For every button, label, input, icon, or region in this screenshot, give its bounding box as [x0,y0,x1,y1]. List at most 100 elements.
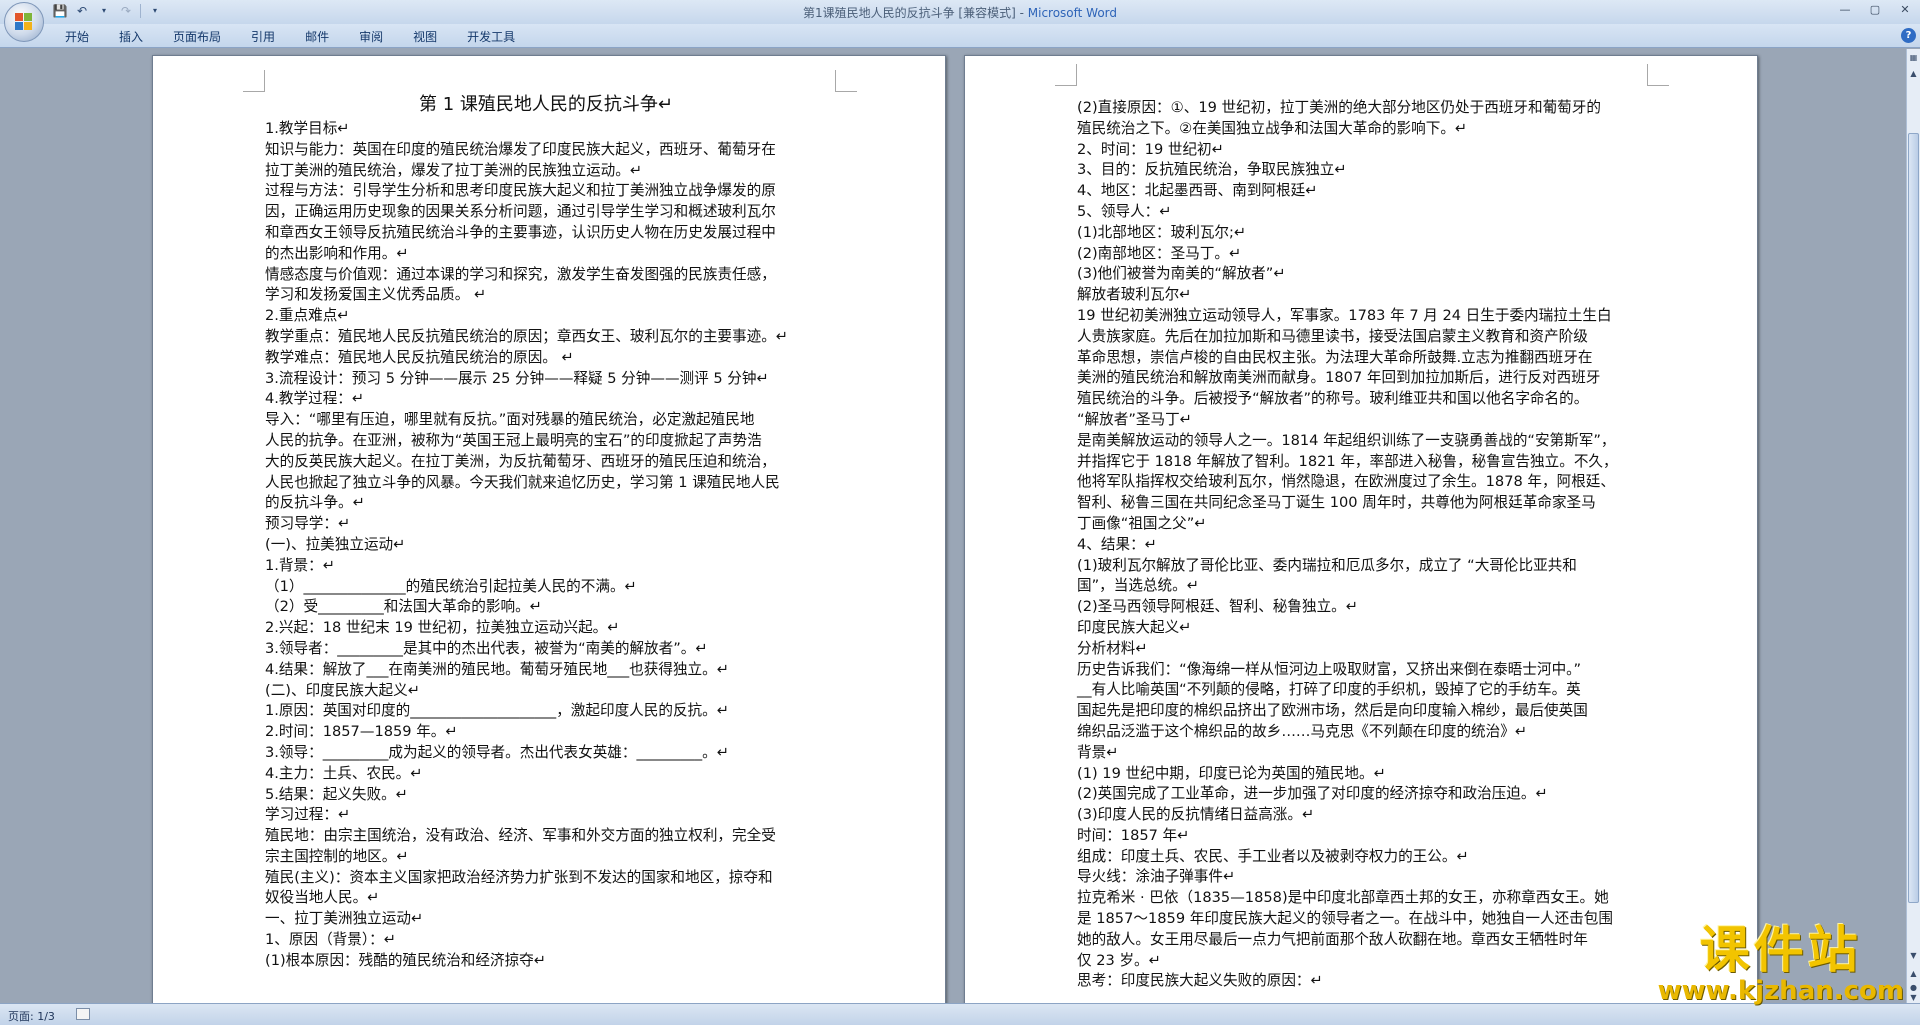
text-line[interactable]: 殖民统治的斗争。后被授予“解放者”的称号。玻利维亚共和国以他名字命名的。 [1077,389,1639,410]
text-line[interactable]: (2)圣马西领导阿根廷、智利、秘鲁独立。↵ [1077,597,1639,618]
text-line[interactable]: （2）受_________和法国大革命的影响。↵ [265,597,827,618]
text-line[interactable]: (1)根本原因：残酷的殖民统治和经济掠夺↵ [265,951,827,972]
text-line[interactable]: 过程与方法：引导学生分析和思考印度民族大起义和拉丁美洲独立战争爆发的原 [265,181,827,202]
text-line[interactable]: 的反抗斗争。↵ [265,493,827,514]
text-line[interactable]: (3)印度人民的反抗情绪日益高涨。↵ [1077,805,1639,826]
document-heading[interactable]: 第 1 课殖民地人民的反抗斗争↵ [265,92,827,118]
text-line[interactable]: 智利、秘鲁三国在共同纪念圣马丁诞生 100 周年时，共尊他为阿根廷革命家圣马 [1077,493,1639,514]
text-line[interactable]: (二)、印度民族大起义↵ [265,681,827,702]
text-line[interactable]: 拉克希米 · 巴依（1835—1858)是中印度北部章西土邦的女王，亦称章西女王… [1077,888,1639,909]
ruler-toggle-icon[interactable]: ▦ [1908,51,1919,64]
text-line[interactable]: 3、目的：反抗殖民统治，争取民族独立↵ [1077,160,1639,181]
text-line[interactable]: 大的反英民族大起义。在拉丁美洲，为反抗葡萄牙、西班牙的殖民压迫和统治， [265,452,827,473]
help-icon[interactable]: ? [1901,28,1916,43]
text-line[interactable]: 19 世纪初美洲独立运动领导人，军事家。1783 年 7 月 24 日生于委内瑞… [1077,306,1639,327]
text-line[interactable]: (一)、拉美独立运动↵ [265,535,827,556]
text-line[interactable]: 1.教学目标↵ [265,119,827,140]
text-line[interactable]: 时间：1857 年↵ [1077,826,1639,847]
text-line[interactable]: 美洲的殖民统治和解放南美洲而献身。1807 年回到加拉加斯后，进行反对西班牙 [1077,368,1639,389]
text-line[interactable]: 2.重点难点↵ [265,306,827,327]
text-line[interactable]: 导火线：涂油子弹事件↵ [1077,867,1639,888]
text-line[interactable]: 3.领导：_________成为起义的领导者。杰出代表女英雄：_________… [265,743,827,764]
text-line[interactable]: 思考：印度民族大起义失败的原因：↵ [1077,971,1639,992]
text-line[interactable]: 并指挥它于 1818 年解放了智利。1821 年，率部进入秘鲁，秘鲁宣告独立。不… [1077,452,1639,473]
text-line[interactable]: 情感态度与价值观：通过本课的学习和探究，激发学生奋发图强的民族责任感， [265,265,827,286]
text-line[interactable]: 分析材料↵ [1077,639,1639,660]
text-line[interactable]: 2.兴起：18 世纪末 19 世纪初，拉美独立运动兴起。↵ [265,618,827,639]
tab-references[interactable]: 引用 [236,29,290,45]
scroll-up-icon[interactable]: ▲ [1908,67,1919,80]
tab-developer[interactable]: 开发工具 [452,29,530,45]
text-line[interactable]: 2、时间：19 世纪初↵ [1077,140,1639,161]
text-line[interactable]: 预习导学：↵ [265,514,827,535]
text-line[interactable]: 和章西女王领导反抗殖民统治斗争的主要事迹，认识历史人物在历史发展过程中 [265,223,827,244]
tab-mailings[interactable]: 邮件 [290,29,344,45]
maximize-button[interactable]: ▢ [1860,0,1890,20]
text-line[interactable]: 仅 23 岁。↵ [1077,951,1639,972]
text-line[interactable]: 奴役当地人民。↵ [265,888,827,909]
text-line[interactable]: 4、地区：北起墨西哥、南到阿根廷↵ [1077,181,1639,202]
text-line[interactable]: 殖民统治之下。②在美国独立战争和法国大革命的影响下。↵ [1077,119,1639,140]
text-line[interactable]: 学习和发扬爱国主义优秀品质。 ↵ [265,285,827,306]
text-line[interactable]: 是 1857～1859 年印度民族大起义的领导者之一。在战斗中，她独自一人还击包… [1077,909,1639,930]
text-line[interactable]: (1)北部地区：玻利瓦尔;↵ [1077,223,1639,244]
document-page-1[interactable]: 第 1 课殖民地人民的反抗斗争↵ 1.教学目标↵ 知识与能力：英国在印度的殖民统治爆… [152,55,946,1003]
text-line[interactable]: 宗主国控制的地区。↵ [265,847,827,868]
tab-home[interactable]: 开始 [50,29,104,45]
tab-page-layout[interactable]: 页面布局 [158,29,236,45]
text-line[interactable]: (2)英国完成了工业革命，进一步加强了对印度的经济掠夺和政治压迫。↵ [1077,784,1639,805]
tab-insert[interactable]: 插入 [104,29,158,45]
text-line[interactable]: 历史告诉我们：“像海绵一样从恒河边上吸取财富，又挤出来倒在泰晤士河中。” [1077,660,1639,681]
text-line[interactable]: 她的敌人。女王用尽最后一点力气把前面那个敌人砍翻在地。章西女王牺牲时年 [1077,930,1639,951]
tab-review[interactable]: 审阅 [344,29,398,45]
text-line[interactable]: 背景↵ [1077,743,1639,764]
page-count[interactable]: 页面: 1/3 [8,1008,55,1024]
text-line[interactable]: 的杰出影响和作用。↵ [265,244,827,265]
page-text[interactable]: (2)直接原因：①、19 世纪初，拉丁美洲的绝大部分地区仍处于西班牙和葡萄牙的殖… [1077,98,1639,992]
text-line[interactable]: 丁画像“祖国之父”↵ [1077,514,1639,535]
text-line[interactable]: 1.背景：↵ [265,556,827,577]
page-text[interactable]: 第 1 课殖民地人民的反抗斗争↵ 1.教学目标↵ 知识与能力：英国在印度的殖民统治爆… [265,92,827,972]
text-line[interactable]: 3.流程设计：预习 5 分钟——展示 25 分钟——释疑 5 分钟——测评 5 … [265,369,827,390]
text-line[interactable]: 4、结果：↵ [1077,535,1639,556]
text-line[interactable]: 组成：印度土兵、农民、手工业者以及被剥夺权力的王公。↵ [1077,847,1639,868]
text-line[interactable]: 5.结果：起义失败。↵ [265,785,827,806]
proofing-icon[interactable] [76,1008,90,1020]
text-line[interactable]: 教学难点：殖民地人民反抗殖民统治的原因。 ↵ [265,348,827,369]
text-line[interactable]: “解放者”圣马丁↵ [1077,410,1639,431]
text-line[interactable]: 4.教学过程：↵ [265,389,827,410]
text-line[interactable]: 学习过程：↵ [265,805,827,826]
text-line[interactable]: 人贵族家庭。先后在加拉加斯和马德里读书，接受法国启蒙主义教育和资产阶级 [1077,327,1639,348]
text-line[interactable]: (3)他们被誉为南美的“解放者”↵ [1077,264,1639,285]
vertical-scrollbar[interactable]: ▦ ▲ ▼ ▲ ● ▼ [1906,49,1920,1003]
text-line[interactable]: 1、原因（背景）：↵ [265,930,827,951]
text-line[interactable]: 知识与能力：英国在印度的殖民统治爆发了印度民族大起义，西班牙、葡萄牙在 [265,140,827,161]
text-line[interactable]: 殖民地：由宗主国统治，没有政治、经济、军事和外交方面的独立权利，完全受 [265,826,827,847]
document-page-2[interactable]: (2)直接原因：①、19 世纪初，拉丁美洲的绝大部分地区仍处于西班牙和葡萄牙的殖… [964,55,1758,1003]
previous-page-icon[interactable]: ▲ [1908,967,1919,980]
text-line[interactable]: （1）______________的殖民统治引起拉美人民的不满。↵ [265,577,827,598]
text-line[interactable]: 国”，当选总统。↵ [1077,576,1639,597]
text-line[interactable]: 是南美解放运动的领导人之一。1814 年起组织训练了一支骁勇善战的“安第斯军”， [1077,431,1639,452]
text-line[interactable]: 1.原因：英国对印度的____________________，激起印度人民的反… [265,701,827,722]
text-line[interactable]: 解放者玻利瓦尔↵ [1077,285,1639,306]
text-line[interactable]: 国起先是把印度的棉织品挤出了欧洲市场，然后是向印度输入棉纱，最后使英国 [1077,701,1639,722]
text-line[interactable]: 5、领导人：↵ [1077,202,1639,223]
tab-view[interactable]: 视图 [398,29,452,45]
office-button[interactable] [4,2,44,42]
text-line[interactable]: 导入：“哪里有压迫，哪里就有反抗。”面对残暴的殖民统治，必定激起殖民地 [265,410,827,431]
text-line[interactable]: 3.领导者：_________是其中的杰出代表，被誉为“南美的解放者”。↵ [265,639,827,660]
text-line[interactable]: (1) 19 世纪中期，印度已论为英国的殖民地。↵ [1077,764,1639,785]
text-line[interactable]: (1)玻利瓦尔解放了哥伦比亚、委内瑞拉和厄瓜多尔，成立了 “大哥伦比亚共和 [1077,556,1639,577]
text-line[interactable]: 革命思想，崇信卢梭的自由民权主张。为法理大革命所鼓舞.立志为推翻西班牙在 [1077,348,1639,369]
text-line[interactable]: 因，正确运用历史现象的因果关系分析问题，通过引导学生学习和概述玻利瓦尔 [265,202,827,223]
text-line[interactable]: (2)南部地区：圣马丁。↵ [1077,244,1639,265]
text-line[interactable]: 一、拉丁美洲独立运动↵ [265,909,827,930]
text-line[interactable]: 4.主力：土兵、农民。↵ [265,764,827,785]
text-line[interactable]: 人民的抗争。在亚洲，被称为“英国王冠上最明亮的宝石”的印度掀起了声势浩 [265,431,827,452]
close-button[interactable]: ✕ [1890,0,1920,20]
text-line[interactable]: (2)直接原因：①、19 世纪初，拉丁美洲的绝大部分地区仍处于西班牙和葡萄牙的 [1077,98,1639,119]
text-line[interactable]: 教学重点：殖民地人民反抗殖民统治的原因；章西女王、玻利瓦尔的主要事迹。↵ [265,327,827,348]
document-area[interactable]: 第 1 课殖民地人民的反抗斗争↵ 1.教学目标↵ 知识与能力：英国在印度的殖民统治爆… [0,49,1906,1003]
scrollbar-thumb[interactable] [1908,133,1919,903]
